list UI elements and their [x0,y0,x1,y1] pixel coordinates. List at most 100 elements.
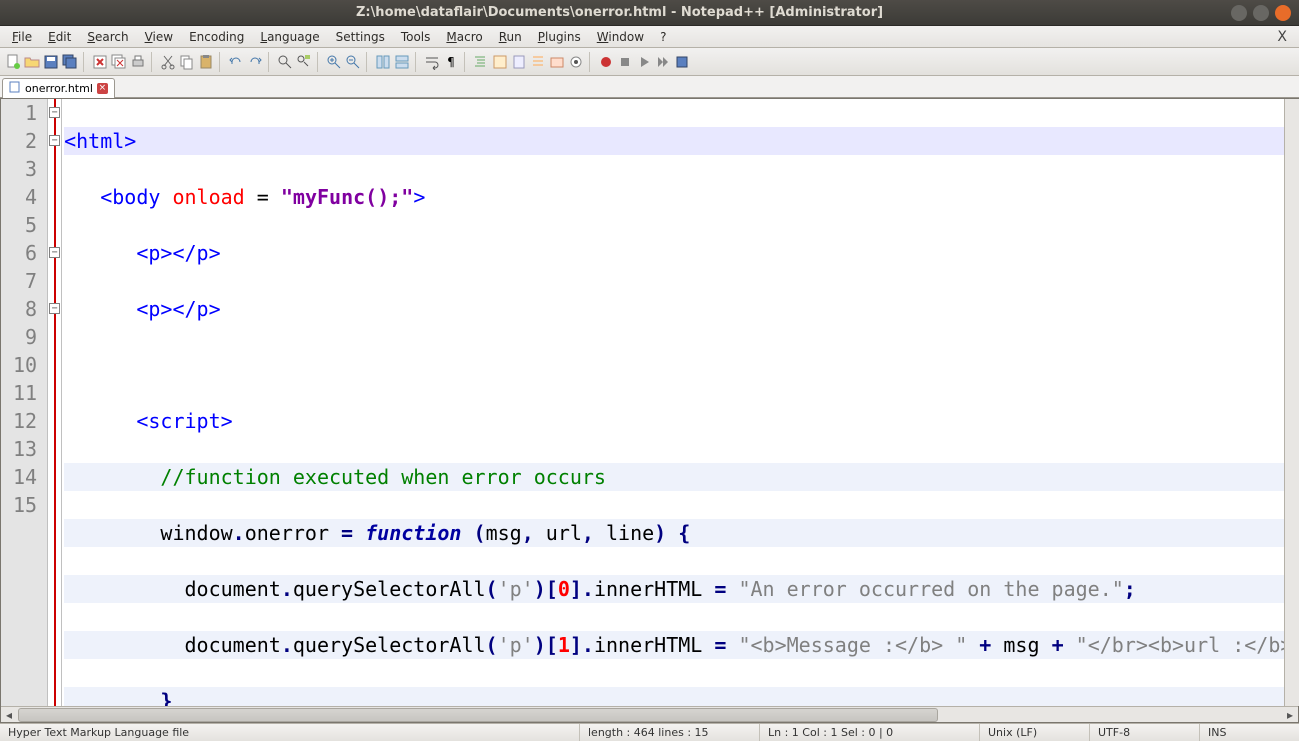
menu-macro[interactable]: Macro [438,28,490,46]
toolbar: ¶ [0,48,1299,76]
scroll-thumb[interactable] [18,708,938,722]
line-number: 10 [13,351,37,379]
code-token: , [582,521,606,545]
code-token: innerHTML [594,633,714,657]
lang-icon[interactable] [491,53,509,71]
tab-close-icon[interactable]: × [97,83,108,94]
scroll-right-icon[interactable]: ▸ [1282,707,1298,722]
line-number: 2 [13,127,37,155]
code-token: onerror [245,521,341,545]
menu-search[interactable]: Search [79,28,136,46]
zoom-out-icon[interactable] [344,53,362,71]
save-all-icon[interactable] [61,53,79,71]
menubar: File Edit Search View Encoding Language … [0,26,1299,48]
separator [415,52,419,72]
new-file-icon[interactable] [4,53,22,71]
print-icon[interactable] [129,53,147,71]
code-token: = [341,521,365,545]
menu-language[interactable]: Language [252,28,327,46]
wrap-icon[interactable] [423,53,441,71]
code-token: function [365,521,473,545]
code-token: ( [486,633,498,657]
all-chars-icon[interactable]: ¶ [442,53,460,71]
record-icon[interactable] [597,53,615,71]
undo-icon[interactable] [227,53,245,71]
replace-icon[interactable] [295,53,313,71]
sync-v-icon[interactable] [374,53,392,71]
code-token: ]. [570,633,594,657]
close-file-icon[interactable] [91,53,109,71]
copy-icon[interactable] [178,53,196,71]
fold-box-icon[interactable]: − [49,135,60,146]
code-token: <body [100,185,172,209]
code-token: url [546,521,582,545]
play-icon[interactable] [635,53,653,71]
code-token: querySelectorAll [293,633,486,657]
close-all-icon[interactable] [110,53,128,71]
menu-file[interactable]: File [4,28,40,46]
zoom-in-icon[interactable] [325,53,343,71]
menu-close-x[interactable]: X [1269,29,1295,45]
editor[interactable]: 1 2 3 4 5 6 7 8 9 10 11 12 13 14 15 − − … [1,99,1298,706]
code-token: line [606,521,654,545]
menu-encoding[interactable]: Encoding [181,28,252,46]
maximize-button[interactable] [1253,5,1269,21]
editor-wrap: 1 2 3 4 5 6 7 8 9 10 11 12 13 14 15 − − … [0,98,1299,723]
line-number: 4 [13,183,37,211]
vertical-scrollbar[interactable] [1284,99,1299,706]
code-token: //function executed when error occurs [160,465,606,489]
sync-h-icon[interactable] [393,53,411,71]
code-token: "myFunc();" [281,185,413,209]
save-icon[interactable] [42,53,60,71]
code-token: onload [172,185,256,209]
fold-margin[interactable]: − − − − [48,99,62,706]
status-insert-mode[interactable]: INS [1200,724,1250,741]
func-list-icon[interactable] [529,53,547,71]
stop-icon[interactable] [616,53,634,71]
line-number: 12 [13,407,37,435]
scroll-left-icon[interactable]: ◂ [1,707,17,722]
code-token: <script> [136,409,232,433]
code-token: ]. [570,577,594,601]
menu-settings[interactable]: Settings [328,28,393,46]
menu-view[interactable]: View [137,28,181,46]
doc-map-icon[interactable] [510,53,528,71]
fold-box-icon[interactable]: − [49,303,60,314]
statusbar: Hyper Text Markup Language file length :… [0,723,1299,741]
find-icon[interactable] [276,53,294,71]
monitor-icon[interactable] [567,53,585,71]
code-token: "</br><b>url :</b> " [1076,633,1298,657]
play-multi-icon[interactable] [654,53,672,71]
file-icon [9,81,21,96]
menu-run[interactable]: Run [491,28,530,46]
horizontal-scrollbar[interactable]: ◂ ▸ [1,706,1298,722]
code-token: <p></p> [136,297,220,321]
redo-icon[interactable] [246,53,264,71]
menu-edit[interactable]: Edit [40,28,79,46]
separator [151,52,155,72]
line-number-gutter: 1 2 3 4 5 6 7 8 9 10 11 12 13 14 15 [1,99,48,706]
tab-onerror[interactable]: onerror.html × [2,78,115,98]
status-language: Hyper Text Markup Language file [0,724,580,741]
cut-icon[interactable] [159,53,177,71]
line-number: 5 [13,211,37,239]
indent-guide-icon[interactable] [472,53,490,71]
tabbar: onerror.html × [0,76,1299,98]
menu-help[interactable]: ? [652,28,674,46]
open-file-icon[interactable] [23,53,41,71]
fold-box-icon[interactable]: − [49,107,60,118]
line-number: 1 [13,99,37,127]
menu-window[interactable]: Window [589,28,652,46]
menu-plugins[interactable]: Plugins [530,28,589,46]
paste-icon[interactable] [197,53,215,71]
code-token: + [979,633,1003,657]
minimize-button[interactable] [1231,5,1247,21]
save-macro-icon[interactable] [673,53,691,71]
fold-box-icon[interactable]: − [49,247,60,258]
close-button[interactable] [1275,5,1291,21]
code-area[interactable]: <html> <body onload = "myFunc();"> <p></… [62,99,1298,706]
folder-icon[interactable] [548,53,566,71]
menu-tools[interactable]: Tools [393,28,439,46]
line-number: 8 [13,295,37,323]
code-token: innerHTML [594,577,714,601]
